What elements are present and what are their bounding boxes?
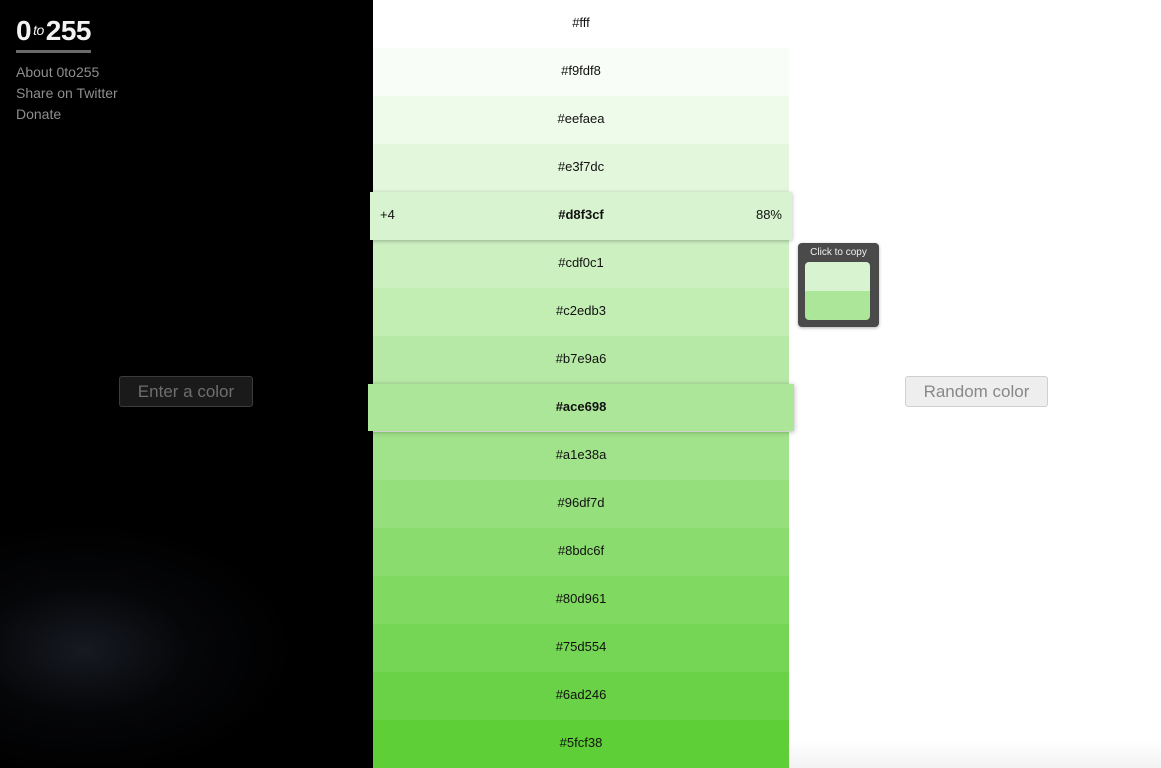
share-twitter-link[interactable]: Share on Twitter bbox=[16, 83, 118, 104]
shade-row[interactable]: #96df7d bbox=[373, 480, 789, 528]
about-link[interactable]: About 0to255 bbox=[16, 62, 118, 83]
logo-zero: 0 bbox=[16, 15, 32, 46]
nav-links: About 0to255 Share on Twitter Donate bbox=[16, 62, 118, 125]
left-panel: 0 to255 About 0to255 Share on Twitter Don… bbox=[0, 0, 373, 768]
shade-hex-label: #ace698 bbox=[555, 399, 607, 414]
shade-hex-label: #5fcf38 bbox=[559, 735, 603, 750]
copy-tooltip: Click to copy bbox=[798, 243, 879, 327]
shade-row[interactable]: #5fcf38 bbox=[373, 720, 789, 768]
shade-hex-label: #c2edb3 bbox=[556, 303, 606, 318]
shade-hex-label: #eefaea bbox=[557, 111, 605, 126]
color-preview-swatch[interactable] bbox=[805, 262, 870, 320]
shade-row[interactable]: #8bdc6f bbox=[373, 528, 789, 576]
color-shades-list: #fff #f9fdf8 #eefaea #e3f7dc #d8f3cf +4 88% #cd… bbox=[368, 0, 794, 768]
shade-row[interactable]: #c2edb3 bbox=[373, 288, 789, 336]
shade-hex-label: #b7e9a6 bbox=[555, 351, 607, 366]
shade-hex-label: #e3f7dc bbox=[557, 159, 605, 174]
shade-row[interactable]: #80d961 bbox=[373, 576, 789, 624]
random-color-button[interactable]: Random color bbox=[905, 376, 1048, 407]
shade-row[interactable]: #6ad246 bbox=[373, 672, 789, 720]
logo-to: to bbox=[33, 22, 44, 38]
copy-tooltip-text: Click to copy bbox=[810, 247, 867, 258]
shade-hex-label: #f9fdf8 bbox=[561, 63, 601, 78]
shade-offset-label: +4 bbox=[380, 207, 395, 222]
shade-hex-label: #80d961 bbox=[555, 591, 607, 606]
shade-row[interactable]: #cdf0c1 bbox=[373, 240, 789, 288]
logo[interactable]: 0 to255 bbox=[16, 14, 91, 53]
preview-selected-color bbox=[805, 291, 870, 320]
donate-link[interactable]: Donate bbox=[16, 104, 118, 125]
shade-row[interactable]: #75d554 bbox=[373, 624, 789, 672]
shade-hex-label: #6ad246 bbox=[555, 687, 607, 702]
shade-row[interactable]: #ace698 bbox=[368, 384, 794, 431]
preview-hovered-color bbox=[805, 262, 870, 291]
shade-row[interactable]: #e3f7dc bbox=[373, 144, 789, 192]
shade-row[interactable]: #f9fdf8 bbox=[373, 48, 789, 96]
shade-hex-label: #cdf0c1 bbox=[558, 255, 604, 270]
enter-color-input[interactable] bbox=[119, 376, 253, 407]
shade-hex-label: #fff bbox=[572, 15, 590, 30]
shade-hex-label: #8bdc6f bbox=[557, 543, 605, 558]
shade-row[interactable]: #a1e38a bbox=[373, 432, 789, 480]
shade-hex-label: #a1e38a bbox=[555, 447, 607, 462]
shade-hex-label: #75d554 bbox=[555, 639, 607, 654]
shade-row[interactable]: #d8f3cf +4 88% bbox=[370, 192, 792, 240]
bottom-fade bbox=[789, 740, 1161, 768]
logo-number: 255 bbox=[45, 15, 92, 46]
background-glow bbox=[0, 520, 300, 768]
shade-row[interactable]: #fff bbox=[373, 0, 789, 48]
shade-lightness-label: 88% bbox=[755, 207, 782, 222]
shade-row[interactable]: #b7e9a6 bbox=[373, 336, 789, 384]
shade-hex-label: #96df7d bbox=[557, 495, 605, 510]
shade-row[interactable]: #eefaea bbox=[373, 96, 789, 144]
shade-hex-label: #d8f3cf bbox=[558, 207, 604, 222]
app-page: 0 to255 About 0to255 Share on Twitter Don… bbox=[0, 0, 1161, 768]
